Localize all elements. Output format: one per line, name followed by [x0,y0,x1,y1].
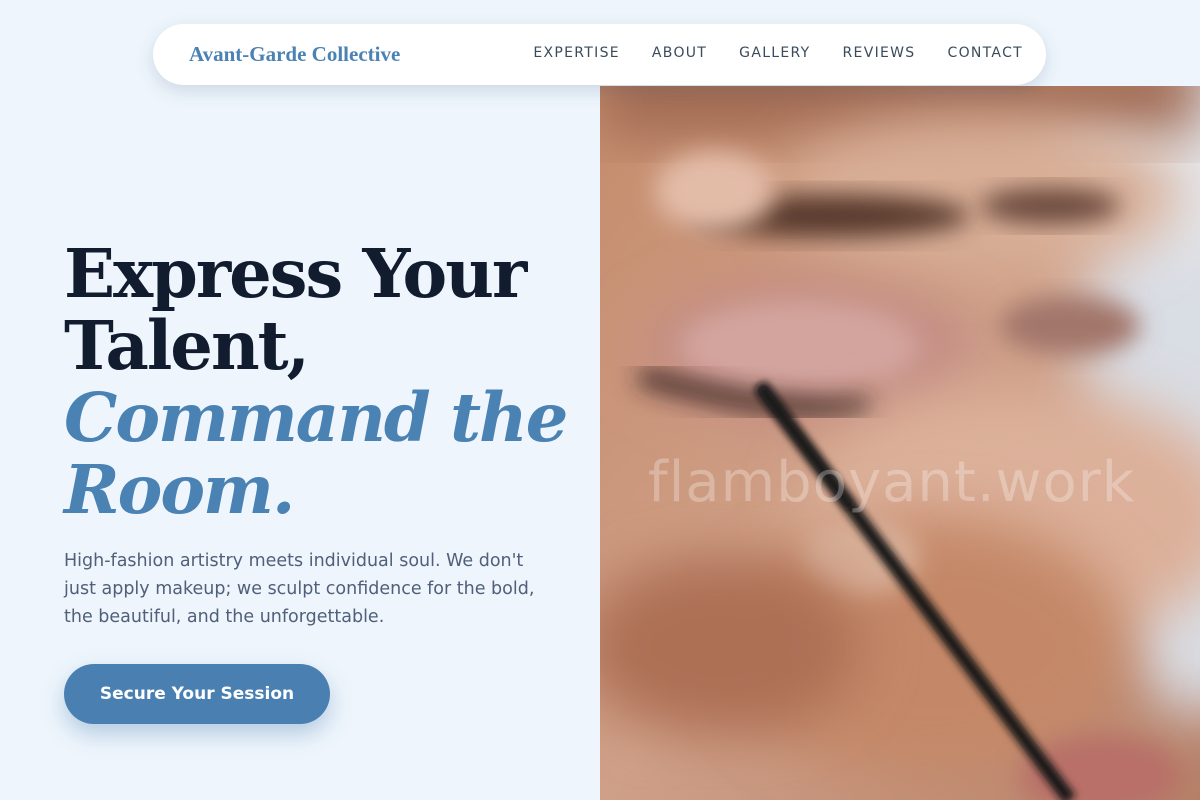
image-top-gap [1046,0,1200,80]
nav-link-contact[interactable]: CONTACT [948,45,1024,61]
landing-page: Avant-Garde Collective EXPERTISE ABOUT G… [0,0,1200,800]
hero-image: flamboyant.work [600,86,1200,800]
brand-logo[interactable]: Avant-Garde Collective [189,42,400,67]
secure-session-button[interactable]: Secure Your Session [64,664,330,724]
headline-line-1: Express Your [64,234,527,313]
nav-links: EXPERTISE ABOUT GALLERY REVIEWS CONTACT [501,45,1023,61]
nav-link-reviews[interactable]: REVIEWS [843,45,916,61]
headline-accent-line-2: Room. [64,450,295,529]
top-navigation: Avant-Garde Collective EXPERTISE ABOUT G… [153,24,1046,85]
headline-accent-line-1: Command the [64,378,568,457]
nav-link-expertise[interactable]: EXPERTISE [533,45,620,61]
nav-link-about[interactable]: ABOUT [652,45,707,61]
headline-line-2: Talent, [64,306,310,385]
hero-headline: Express Your Talent, Command the Room. [64,238,584,526]
hero-subcopy: High-fashion artistry meets individual s… [64,551,535,627]
nav-link-gallery[interactable]: GALLERY [739,45,810,61]
watermark-text: flamboyant.work [648,450,1136,515]
makeup-photo [600,86,1200,800]
